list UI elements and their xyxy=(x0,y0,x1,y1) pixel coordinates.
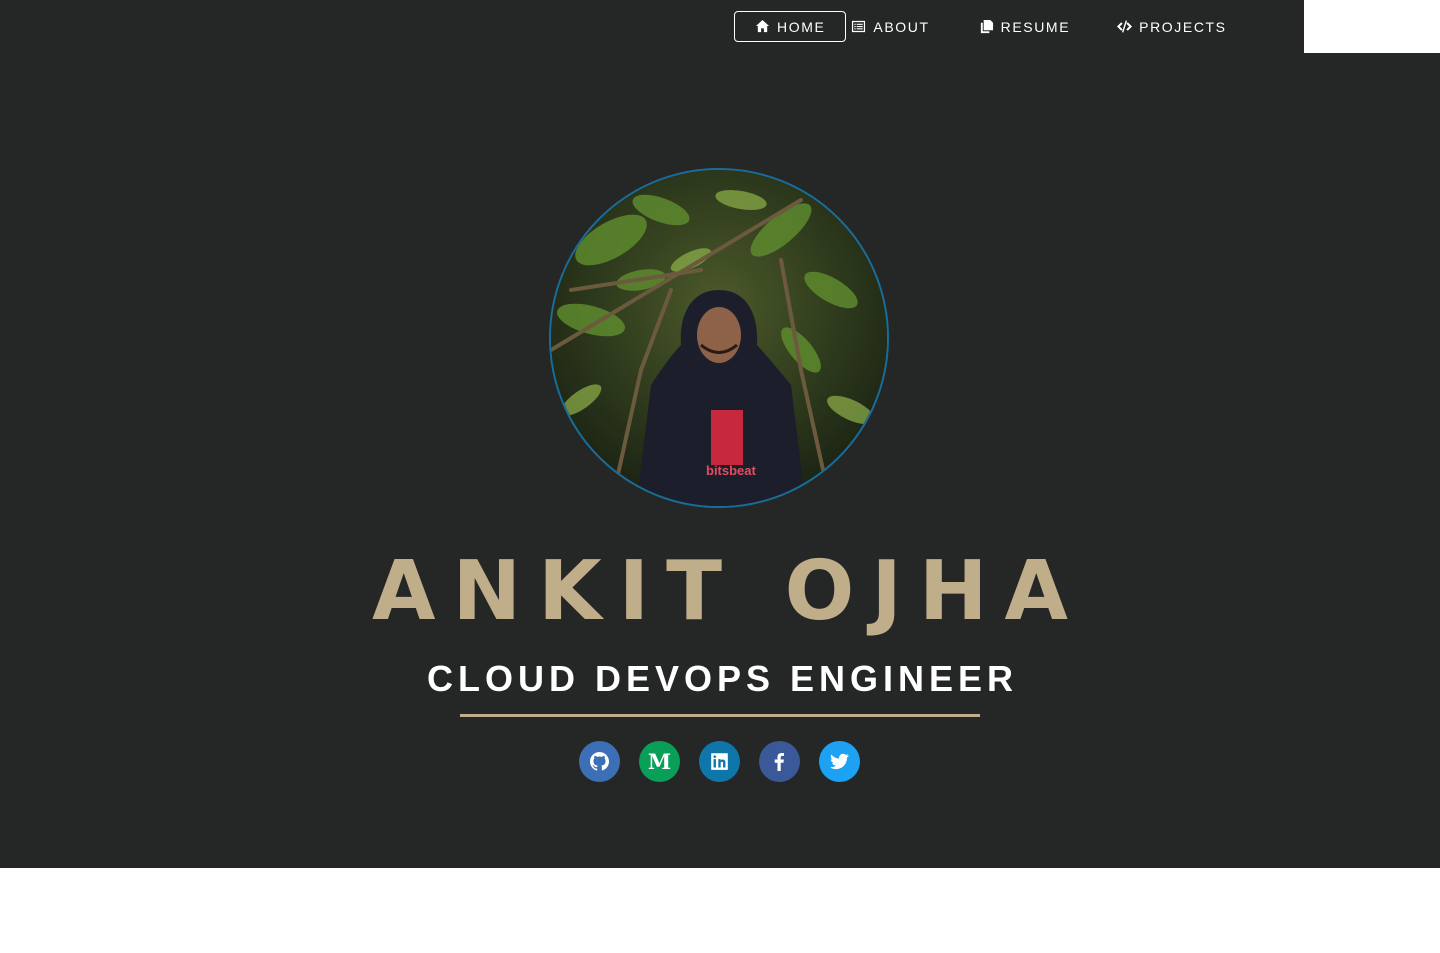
linkedin-icon xyxy=(711,753,728,770)
twitter-icon xyxy=(830,753,849,770)
nav-about-label: ABOUT xyxy=(873,18,930,35)
header-blank-area xyxy=(1304,0,1440,53)
github-icon xyxy=(590,752,609,771)
twitter-link[interactable] xyxy=(819,741,860,782)
copy-icon xyxy=(980,19,993,34)
nav-about[interactable]: ABOUT xyxy=(846,11,950,42)
facebook-icon xyxy=(774,752,785,771)
github-link[interactable] xyxy=(579,741,620,782)
facebook-link[interactable] xyxy=(759,741,800,782)
main-nav: HOME ABOUT RESUME PROJECTS xyxy=(734,10,1248,43)
social-links: M xyxy=(579,741,860,782)
nav-projects-label: PROJECTS xyxy=(1139,18,1227,35)
profile-title: CLOUD DEVOPS ENGINEER xyxy=(426,658,1019,699)
nav-projects[interactable]: PROJECTS xyxy=(1091,11,1247,42)
shirt-text: bitsbeat xyxy=(706,463,757,478)
home-icon xyxy=(755,19,770,33)
medium-icon: M xyxy=(647,749,672,774)
nav-home-label: HOME xyxy=(777,18,826,35)
title-underline xyxy=(460,714,980,717)
code-icon xyxy=(1117,20,1133,33)
medium-link[interactable]: M xyxy=(639,741,680,782)
list-alt-icon xyxy=(852,20,866,33)
nav-home[interactable]: HOME xyxy=(734,11,847,42)
linkedin-link[interactable] xyxy=(699,741,740,782)
nav-resume-label: RESUME xyxy=(1000,18,1071,35)
nav-resume[interactable]: RESUME xyxy=(951,11,1092,42)
profile-name: ANKIT OJHA xyxy=(372,544,1085,639)
profile-photo: bitsbeat xyxy=(549,168,889,508)
